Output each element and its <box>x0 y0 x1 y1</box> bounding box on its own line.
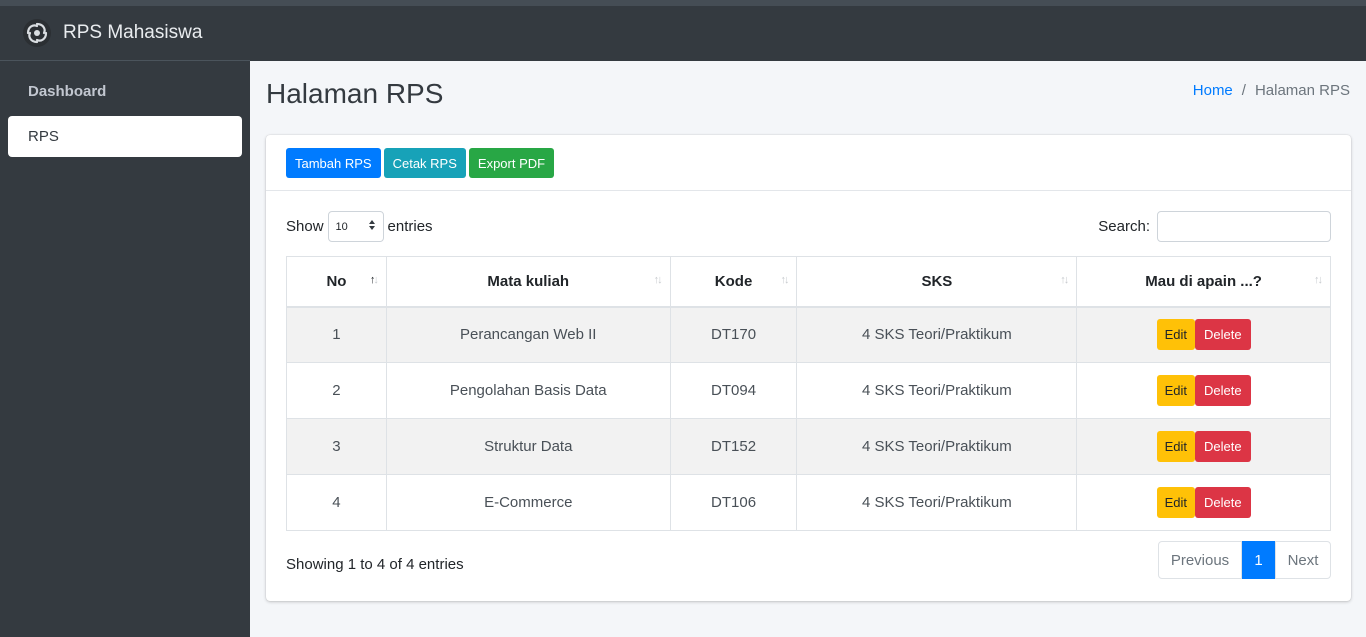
cell-sks: 4 SKS Teori/Praktikum <box>796 474 1078 531</box>
brand-link[interactable]: RPS Mahasiswa <box>0 6 250 61</box>
cell-kode: DT094 <box>669 362 798 419</box>
breadcrumb-home-link[interactable]: Home <box>1193 82 1233 99</box>
export-pdf-button[interactable]: Export PDF <box>468 148 555 178</box>
edit-button[interactable]: Edit <box>1156 319 1196 351</box>
table-search: Search: <box>1098 211 1331 242</box>
cell-actions: Edit Delete <box>1076 418 1331 475</box>
cell-sks: 4 SKS Teori/Praktikum <box>796 362 1078 419</box>
show-label: Show <box>286 218 324 235</box>
breadcrumb-current: Halaman RPS <box>1254 82 1350 99</box>
edit-button[interactable]: Edit <box>1156 431 1196 462</box>
delete-button[interactable]: Delete <box>1195 487 1251 518</box>
delete-button[interactable]: Delete <box>1195 319 1251 351</box>
rps-card: Tambah RPS Cetak RPS Export PDF Show 10 … <box>266 135 1351 601</box>
delete-button[interactable]: Delete <box>1195 375 1251 406</box>
sort-asc-icon: ↑↓ <box>369 274 379 286</box>
sort-icon: ↑↓ <box>1060 274 1069 286</box>
select-updown-icon <box>368 219 376 234</box>
pagination-page-1[interactable]: 1 <box>1242 541 1275 579</box>
cell-actions: Edit Delete <box>1076 474 1331 531</box>
table-row: 3 Struktur Data DT152 4 SKS Teori/Prakti… <box>286 418 1331 475</box>
cell-sks: 4 SKS Teori/Praktikum <box>796 418 1078 475</box>
rps-table: No ↑↓ Mata kuliah ↑↓ Kode ↑↓ SKS ↑↓ Mau di a… <box>286 256 1331 531</box>
cell-mata-kuliah: E-Commerce <box>385 474 671 531</box>
sidebar-item-dashboard[interactable]: Dashboard <box>8 71 242 112</box>
column-header-sks[interactable]: SKS ↑↓ <box>796 256 1078 308</box>
entries-label: entries <box>387 218 433 235</box>
delete-button[interactable]: Delete <box>1195 431 1251 462</box>
table-row: 4 E-Commerce DT106 4 SKS Teori/Praktikum… <box>286 474 1331 531</box>
cell-no: 2 <box>286 362 387 419</box>
pagination: Previous 1 Next <box>1158 541 1331 579</box>
pagination-previous[interactable]: Previous <box>1158 541 1242 579</box>
cell-kode: DT106 <box>669 474 798 531</box>
table-row: 1 Perancangan Web II DT170 4 SKS Teori/P… <box>286 306 1331 363</box>
cell-mata-kuliah: Perancangan Web II <box>385 306 671 363</box>
spiral-logo-icon <box>22 18 52 48</box>
entries-select[interactable]: 10 <box>327 211 384 242</box>
edit-button[interactable]: Edit <box>1156 487 1196 518</box>
breadcrumb: Home / Halaman RPS <box>1193 82 1350 99</box>
table-header-row: No ↑↓ Mata kuliah ↑↓ Kode ↑↓ SKS ↑↓ Mau di a… <box>286 256 1331 308</box>
cell-no: 4 <box>286 474 387 531</box>
cell-mata-kuliah: Pengolahan Basis Data <box>385 362 671 419</box>
pagination-next[interactable]: Next <box>1275 541 1331 579</box>
sort-icon: ↑↓ <box>1314 274 1323 286</box>
column-header-no[interactable]: No ↑↓ <box>286 256 387 308</box>
brand-title: RPS Mahasiswa <box>63 22 203 43</box>
search-label: Search: <box>1098 218 1150 235</box>
page-title: Halaman RPS <box>266 78 444 109</box>
card-toolbar: Tambah RPS Cetak RPS Export PDF <box>266 135 1351 191</box>
cell-actions: Edit Delete <box>1076 306 1331 363</box>
cetak-rps-button[interactable]: Cetak RPS <box>383 148 466 178</box>
entries-length-control: Show 10 entries <box>286 211 433 242</box>
column-header-actions[interactable]: Mau di apain ...? ↑↓ <box>1076 256 1331 308</box>
sidebar: RPS Mahasiswa Dashboard RPS <box>0 6 250 637</box>
tambah-rps-button[interactable]: Tambah RPS <box>286 148 381 178</box>
cell-kode: DT152 <box>669 418 798 475</box>
table-info: Showing 1 to 4 of 4 entries <box>286 556 464 573</box>
cell-sks: 4 SKS Teori/Praktikum <box>796 306 1078 363</box>
entries-select-value: 10 <box>335 220 348 233</box>
cell-mata-kuliah: Struktur Data <box>385 418 671 475</box>
cell-kode: DT170 <box>669 306 798 363</box>
breadcrumb-separator: / <box>1241 82 1246 99</box>
table-row: 2 Pengolahan Basis Data DT094 4 SKS Teor… <box>286 362 1331 419</box>
column-header-kode[interactable]: Kode ↑↓ <box>669 256 798 308</box>
column-header-mata-kuliah[interactable]: Mata kuliah ↑↓ <box>385 256 671 308</box>
cell-actions: Edit Delete <box>1076 362 1331 419</box>
sort-icon: ↑↓ <box>780 274 789 286</box>
sort-icon: ↑↓ <box>653 274 663 286</box>
cell-no: 1 <box>286 306 387 363</box>
edit-button[interactable]: Edit <box>1156 375 1196 406</box>
search-input[interactable] <box>1157 211 1331 242</box>
cell-no: 3 <box>286 418 387 475</box>
sidebar-item-rps[interactable]: RPS <box>8 116 242 157</box>
top-navbar <box>250 6 1366 61</box>
